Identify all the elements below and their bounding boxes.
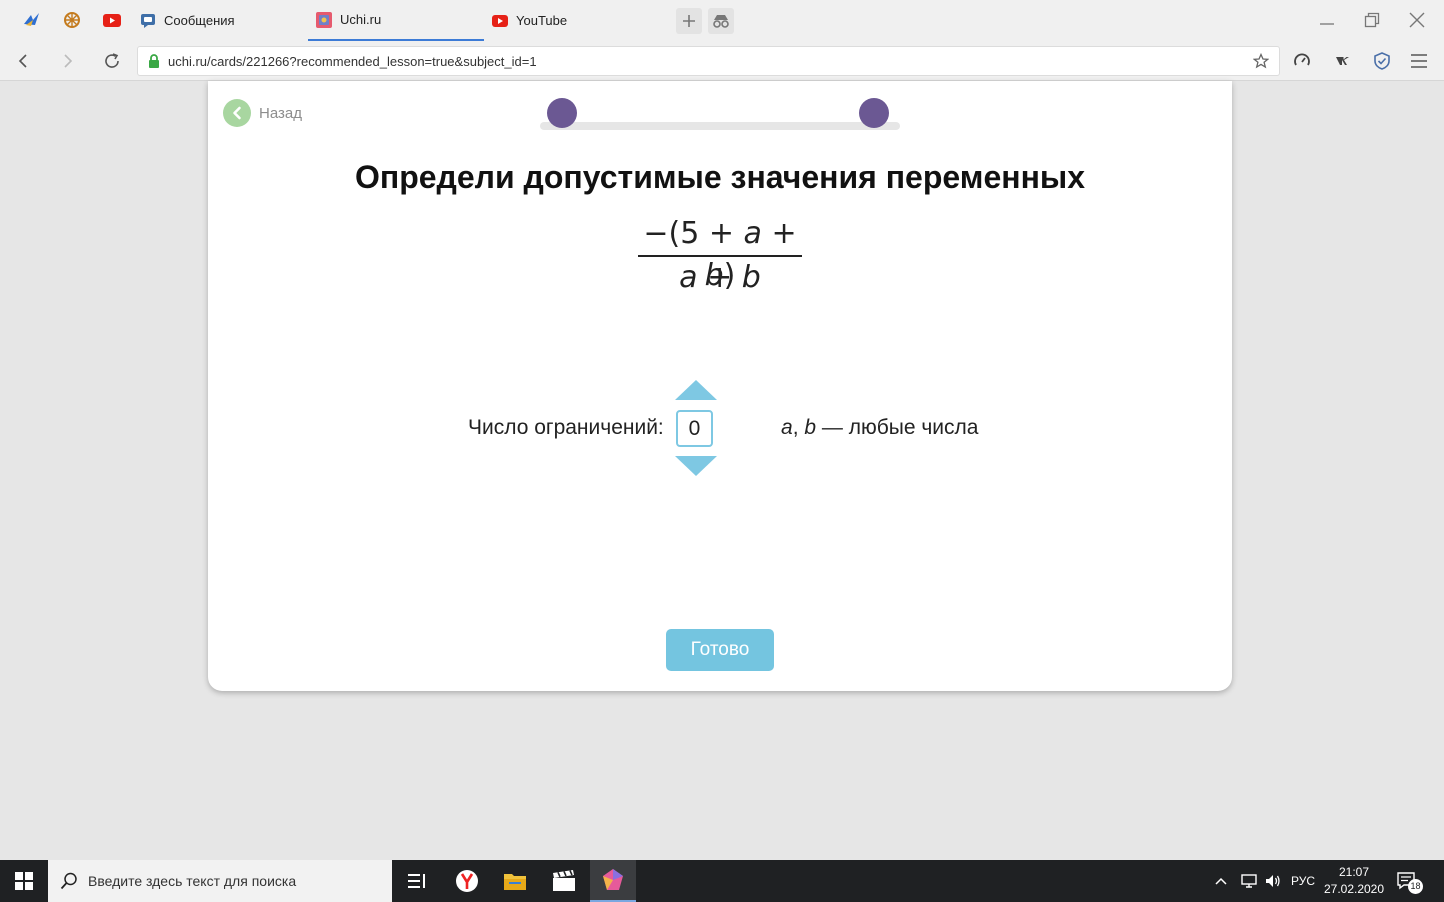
- done-button[interactable]: Готово: [666, 629, 774, 671]
- tab-label: Uchi.ru: [340, 12, 382, 27]
- answer-rest: — любые числа: [816, 416, 979, 439]
- pinned-tab-youtube-icon[interactable]: [102, 10, 122, 30]
- numerator-part: −(5 +: [643, 216, 744, 251]
- yandex-icon: [456, 870, 478, 892]
- tab-youtube[interactable]: YouTube: [492, 0, 672, 41]
- bookmark-star-icon[interactable]: [1253, 53, 1269, 69]
- minimize-window-button[interactable]: [1315, 8, 1339, 32]
- network-icon[interactable]: [1240, 860, 1258, 902]
- shield-extension-button[interactable]: [1370, 49, 1394, 73]
- tab-uchi[interactable]: Uchi.ru: [308, 0, 484, 41]
- plus-icon: [683, 15, 695, 27]
- input-language-indicator[interactable]: РУС: [1291, 860, 1315, 902]
- variable-b: b: [741, 260, 761, 295]
- clapperboard-icon: [553, 870, 575, 891]
- windows-taskbar: Введите здесь текст для поиска РУС 21:07…: [0, 860, 1444, 902]
- back-nav-button[interactable]: [11, 49, 35, 73]
- variable-b: b: [804, 416, 817, 439]
- taskbar-search-box[interactable]: Введите здесь текст для поиска: [48, 860, 392, 902]
- progress-step-dot-1: [547, 98, 577, 128]
- task-view-button[interactable]: [394, 860, 440, 902]
- search-placeholder: Введите здесь текст для поиска: [88, 873, 297, 889]
- hamburger-menu-icon: [1411, 54, 1427, 68]
- video-editor-taskbar-button[interactable]: [541, 860, 587, 902]
- notification-count-badge: 18: [1408, 879, 1423, 894]
- fraction-denominator: a + b: [638, 257, 802, 299]
- youtube-icon: [492, 13, 508, 29]
- decrement-arrow-button[interactable]: [675, 456, 717, 476]
- back-label: Назад: [259, 104, 302, 122]
- arrow-right-icon: [64, 54, 73, 68]
- close-icon: [1409, 12, 1425, 28]
- variable-a: a: [679, 260, 698, 295]
- yandex-browser-taskbar-button[interactable]: [444, 860, 490, 902]
- close-window-button[interactable]: [1405, 8, 1429, 32]
- vk-extension-button[interactable]: [1332, 49, 1356, 73]
- browser-address-bar: uchi.ru/cards/221266?recommended_lesson=…: [0, 41, 1444, 81]
- task-title: Определи допустимые значения переменных: [354, 159, 1086, 195]
- chat-icon: [140, 13, 156, 29]
- clock-date: 27.02.2020: [1323, 882, 1385, 896]
- reload-button[interactable]: [100, 49, 124, 73]
- lock-icon: [148, 53, 160, 69]
- speedometer-extension-button[interactable]: [1290, 49, 1314, 73]
- speedometer-icon: [1294, 53, 1310, 66]
- notifications-button[interactable]: 18: [1396, 860, 1423, 902]
- denominator-plus: +: [697, 260, 742, 295]
- fraction-numerator: −(5 + a + b): [638, 213, 802, 293]
- tab-label: YouTube: [516, 13, 568, 28]
- tab-messages[interactable]: Сообщения: [140, 0, 306, 41]
- url-text: uchi.ru/cards/221266?recommended_lesson=…: [168, 53, 537, 69]
- pinned-tab-bird-icon[interactable]: [22, 10, 42, 30]
- browser-tab-strip: Сообщения Uchi.ru YouTube: [0, 0, 1444, 41]
- answer-comma: ,: [792, 416, 805, 439]
- new-tab-button[interactable]: [676, 8, 702, 34]
- incognito-button[interactable]: [708, 8, 734, 34]
- numerator-plus: +: [761, 216, 797, 251]
- back-circle: [223, 99, 251, 127]
- progress-track: [540, 122, 900, 130]
- tab-label: Сообщения: [164, 13, 235, 28]
- file-explorer-taskbar-button[interactable]: [492, 860, 538, 902]
- taskbar-clock[interactable]: 21:07 27.02.2020: [1322, 864, 1386, 898]
- active-app-taskbar-button[interactable]: [590, 860, 636, 902]
- variable-a: a: [781, 416, 793, 439]
- reload-icon: [105, 53, 119, 68]
- uchi-favicon-icon: [316, 11, 332, 28]
- tray-expand-chevron-icon[interactable]: [1214, 860, 1228, 902]
- restore-window-button[interactable]: [1360, 8, 1384, 32]
- progress-step-dot-2: [859, 98, 889, 128]
- fraction-expression: −(5 + a + b) a + b: [638, 213, 802, 299]
- incognito-icon: [713, 15, 729, 28]
- limits-count-label: Число ограничений:: [468, 416, 664, 439]
- search-icon: [60, 872, 78, 890]
- gem-app-icon: [603, 869, 623, 890]
- restore-icon: [1364, 12, 1380, 28]
- folder-icon: [504, 874, 526, 890]
- minimize-icon: [1320, 23, 1334, 25]
- pinned-tab-wheel-icon[interactable]: [62, 10, 82, 30]
- task-view-icon: [408, 874, 425, 888]
- increment-arrow-button[interactable]: [675, 380, 717, 400]
- answer-text: a, b — любые числа: [781, 416, 978, 440]
- vk-icon: [1336, 57, 1349, 65]
- browser-menu-button[interactable]: [1407, 49, 1431, 73]
- lesson-card: Назад Определи допустимые значения перем…: [208, 81, 1232, 691]
- limits-count-field[interactable]: 0: [676, 410, 713, 447]
- forward-nav-button[interactable]: [56, 49, 80, 73]
- clock-time: 21:07: [1338, 865, 1370, 879]
- windows-logo-icon: [15, 872, 33, 890]
- variable-a: a: [743, 216, 762, 251]
- volume-icon[interactable]: [1264, 860, 1282, 902]
- arrow-left-icon: [18, 54, 27, 68]
- url-field[interactable]: uchi.ru/cards/221266?recommended_lesson=…: [137, 46, 1280, 76]
- chevron-left-icon: [233, 106, 241, 120]
- start-button[interactable]: [0, 860, 48, 902]
- back-button[interactable]: Назад: [223, 99, 302, 127]
- shield-icon: [1374, 52, 1390, 70]
